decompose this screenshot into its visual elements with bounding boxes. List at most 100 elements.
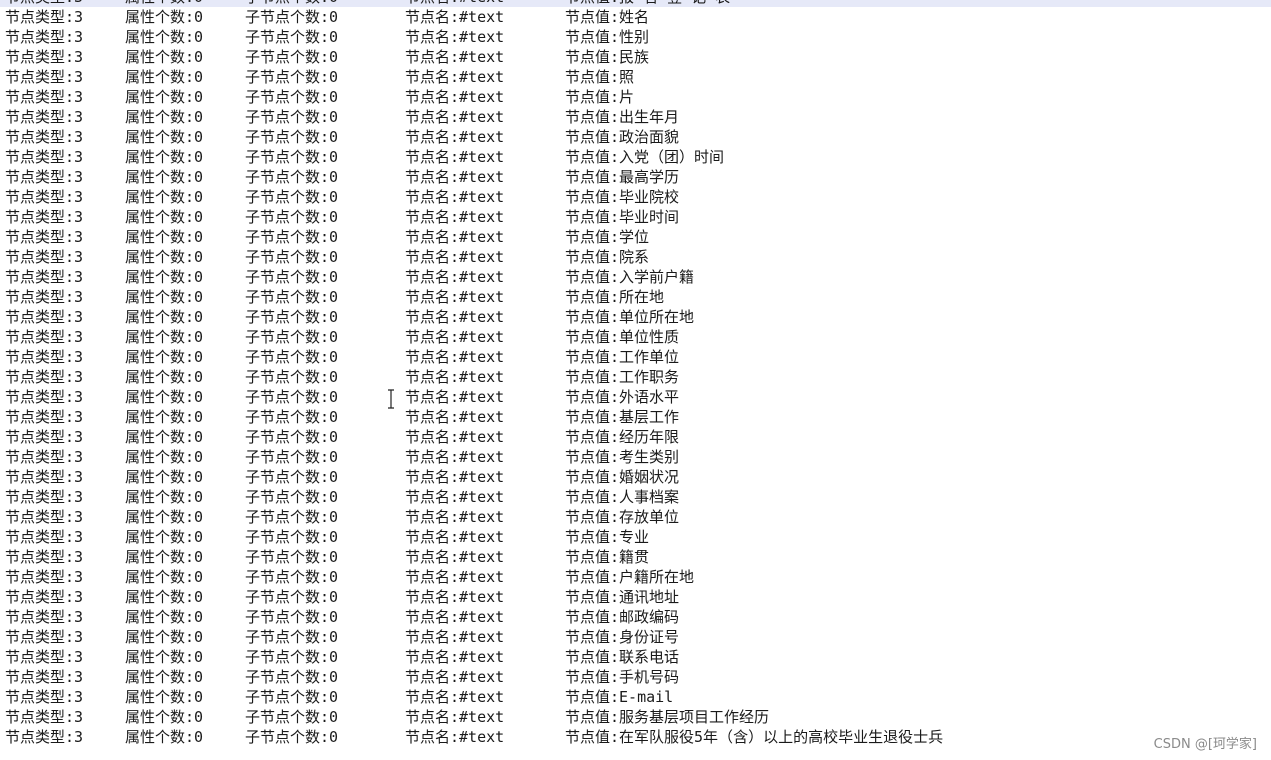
node-type-text: 节点类型:3 (5, 228, 84, 246)
attribute-count-text: 属性个数:0 (125, 228, 204, 246)
node-value-text: 节点值:院系 (565, 248, 650, 266)
node-name-text: 节点名:#text (405, 48, 505, 66)
node-value-text: 节点值:基层工作 (565, 408, 680, 426)
node-type-text: 节点类型:3 (5, 608, 84, 626)
node-name-text: 节点名:#text (405, 468, 505, 486)
child-count-text: 子节点个数:0 (245, 488, 339, 506)
node-type-text: 节点类型:3 (5, 288, 84, 306)
attribute-count-text: 属性个数:0 (125, 428, 204, 446)
node-name-text: 节点名:#text (405, 328, 505, 346)
output-line: 节点类型:3 属性个数:0 子节点个数:0 节点名:#text 节点值:专业 (0, 527, 1271, 547)
node-name-text: 节点名:#text (405, 108, 505, 126)
node-type-text: 节点类型:3 (5, 448, 84, 466)
node-type-text: 节点类型:3 (5, 688, 84, 706)
node-name-text: 节点名:#text (405, 208, 505, 226)
node-name-text: 节点名:#text (405, 168, 505, 186)
node-value-text: 节点值:婚姻状况 (565, 468, 680, 486)
attribute-count-text: 属性个数:0 (125, 8, 204, 26)
attribute-count-text: 属性个数:0 (125, 488, 204, 506)
child-count-text: 子节点个数:0 (245, 348, 339, 366)
node-value-text: 节点值:邮政编码 (565, 608, 680, 626)
child-count-text: 子节点个数:0 (245, 428, 339, 446)
node-type-text: 节点类型:3 (5, 368, 84, 386)
node-type-text: 节点类型:3 (5, 208, 84, 226)
node-name-text: 节点名:#text (405, 648, 505, 666)
output-line: 节点类型:3 属性个数:0 子节点个数:0 节点名:#text 节点值:外语水平 (0, 387, 1271, 407)
node-value-text: 节点值:报 名 登 记 表 (565, 0, 730, 7)
node-value-text: 节点值:学位 (565, 228, 650, 246)
node-value-text: 节点值:手机号码 (565, 668, 680, 686)
output-line: 节点类型:3 属性个数:0 子节点个数:0 节点名:#text 节点值:经历年限 (0, 427, 1271, 447)
attribute-count-text: 属性个数:0 (125, 188, 204, 206)
child-count-text: 子节点个数:0 (245, 188, 339, 206)
output-line: 节点类型:3 属性个数:0 子节点个数:0 节点名:#text 节点值:人事档案 (0, 487, 1271, 507)
node-name-text: 节点名:#text (405, 268, 505, 286)
node-value-text: 节点值:工作单位 (565, 348, 680, 366)
output-line: 节点类型:3 属性个数:0 子节点个数:0 节点名:#text 节点值:政治面貌 (0, 127, 1271, 147)
node-value-text: 节点值:单位性质 (565, 328, 680, 346)
node-type-text: 节点类型:3 (5, 588, 84, 606)
node-type-text: 节点类型:3 (5, 8, 84, 26)
attribute-count-text: 属性个数:0 (125, 328, 204, 346)
node-name-text: 节点名:#text (405, 288, 505, 306)
output-line: 节点类型:3 属性个数:0 子节点个数:0 节点名:#text 节点值:通讯地址 (0, 587, 1271, 607)
node-type-text: 节点类型:3 (5, 548, 84, 566)
output-line: 节点类型:3 属性个数:0 子节点个数:0 节点名:#text 节点值:籍贯 (0, 547, 1271, 567)
node-name-text: 节点名:#text (405, 348, 505, 366)
child-count-text: 子节点个数:0 (245, 628, 339, 646)
attribute-count-text: 属性个数:0 (125, 28, 204, 46)
output-line: 节点类型:3 属性个数:0 子节点个数:0 节点名:#text 节点值:E-mail (0, 687, 1271, 707)
attribute-count-text: 属性个数:0 (125, 128, 204, 146)
node-value-text: 节点值:毕业时间 (565, 208, 680, 226)
attribute-count-text: 属性个数:0 (125, 548, 204, 566)
output-line: 节点类型:3 属性个数:0 子节点个数:0 节点名:#text 节点值:民族 (0, 47, 1271, 67)
attribute-count-text: 属性个数:0 (125, 148, 204, 166)
node-name-text: 节点名:#text (405, 688, 505, 706)
child-count-text: 子节点个数:0 (245, 508, 339, 526)
node-type-text: 节点类型:3 (5, 708, 84, 726)
node-type-text: 节点类型:3 (5, 168, 84, 186)
node-name-text: 节点名:#text (405, 668, 505, 686)
output-line: 节点类型:3 属性个数:0 子节点个数:0 节点名:#text 节点值:服务基层项目工作… (0, 707, 1271, 727)
attribute-count-text: 属性个数:0 (125, 608, 204, 626)
child-count-text: 子节点个数:0 (245, 308, 339, 326)
node-value-text: 节点值:人事档案 (565, 488, 680, 506)
node-type-text: 节点类型:3 (5, 668, 84, 686)
node-value-text: 节点值:出生年月 (565, 108, 680, 126)
output-line: 节点类型:3 属性个数:0 子节点个数:0 节点名:#text 节点值:入学前户籍 (0, 267, 1271, 287)
node-type-text: 节点类型:3 (5, 248, 84, 266)
node-value-text: 节点值:身份证号 (565, 628, 680, 646)
node-name-text: 节点名:#text (405, 188, 505, 206)
attribute-count-text: 属性个数:0 (125, 348, 204, 366)
child-count-text: 子节点个数:0 (245, 68, 339, 86)
node-name-text: 节点名:#text (405, 88, 505, 106)
attribute-count-text: 属性个数:0 (125, 48, 204, 66)
node-name-text: 节点名:#text (405, 528, 505, 546)
attribute-count-text: 属性个数:0 (125, 368, 204, 386)
output-line: 节点类型:3 属性个数:0 子节点个数:0 节点名:#text 节点值:户籍所在地 (0, 567, 1271, 587)
child-count-text: 子节点个数:0 (245, 288, 339, 306)
node-value-text: 节点值:单位所在地 (565, 308, 695, 326)
child-count-text: 子节点个数:0 (245, 688, 339, 706)
child-count-text: 子节点个数:0 (245, 468, 339, 486)
node-type-text: 节点类型:3 (5, 488, 84, 506)
node-name-text: 节点名:#text (405, 588, 505, 606)
node-type-text: 节点类型:3 (5, 188, 84, 206)
attribute-count-text: 属性个数:0 (125, 308, 204, 326)
node-value-text: 节点值:通讯地址 (565, 588, 680, 606)
attribute-count-text: 属性个数:0 (125, 248, 204, 266)
output-line: 节点类型:3 属性个数:0 子节点个数:0 节点名:#text 节点值:基层工作 (0, 407, 1271, 427)
child-count-text: 子节点个数:0 (245, 608, 339, 626)
attribute-count-text: 属性个数:0 (125, 688, 204, 706)
node-type-text: 节点类型:3 (5, 88, 84, 106)
node-value-text: 节点值:片 (565, 88, 635, 106)
child-count-text: 子节点个数:0 (245, 48, 339, 66)
node-name-text: 节点名:#text (405, 608, 505, 626)
output-line: 节点类型:3 属性个数:0 子节点个数:0 节点名:#text 节点值:最高学历 (0, 167, 1271, 187)
attribute-count-text: 属性个数:0 (125, 568, 204, 586)
node-name-text: 节点名:#text (405, 308, 505, 326)
child-count-text: 子节点个数:0 (245, 368, 339, 386)
text-cursor-icon (386, 389, 396, 409)
output-lines: 节点类型:3 属性个数:0 子节点个数:0 节点名:#text 节点值:报 名 登 记 … (0, 0, 1271, 747)
node-value-text: 节点值:性别 (565, 28, 650, 46)
